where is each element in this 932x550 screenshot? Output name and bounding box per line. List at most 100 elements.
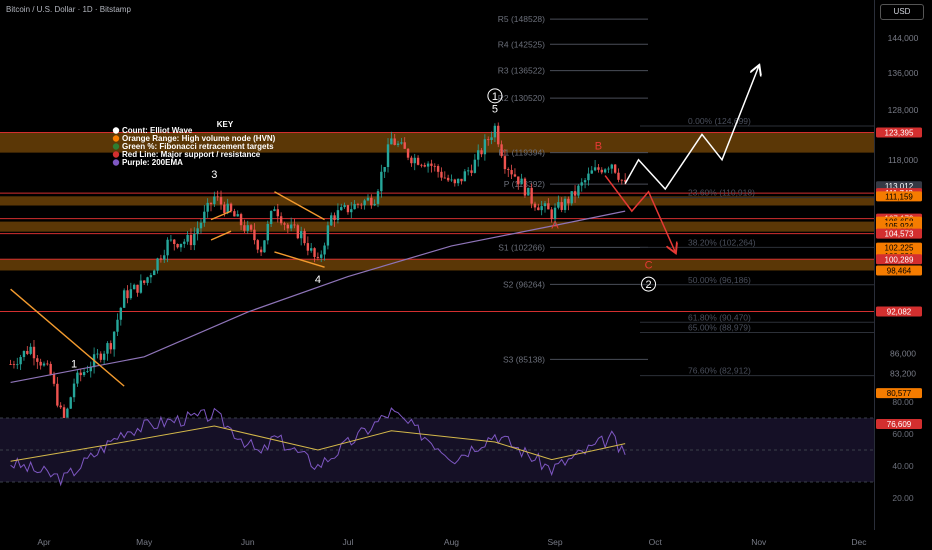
candle-body (316, 256, 320, 258)
candle-body (82, 372, 86, 376)
candle-body (143, 280, 146, 283)
candle-body (426, 163, 430, 167)
candle-body (119, 307, 123, 320)
candle-body (52, 374, 56, 384)
candle-body (527, 187, 530, 196)
candle-body (533, 203, 537, 208)
candle-body (443, 177, 446, 179)
candle-body (570, 191, 573, 204)
candle-body (373, 203, 376, 206)
candle-body (132, 284, 136, 290)
candle-body (350, 209, 353, 213)
candle-body (543, 203, 547, 207)
candle-body (550, 209, 553, 219)
candle-body (553, 207, 557, 219)
candle-body (259, 249, 263, 253)
candle-body (39, 361, 42, 366)
candle-body (206, 202, 209, 212)
time-tick: Dec (851, 537, 867, 547)
rsi-tick: 60.00 (892, 429, 914, 439)
pivot-label: R2 (130520) (498, 93, 545, 103)
pivot-label: S3 (85138) (503, 354, 545, 364)
candle-body (520, 178, 523, 185)
candle-body (293, 224, 296, 226)
candle-body (400, 142, 403, 144)
fib-label: 76.60% (82,912) (688, 366, 751, 376)
candle-body (363, 200, 366, 206)
candle-body (573, 191, 577, 196)
candle-body (423, 165, 426, 167)
fib-label: 0.00% (124,699) (688, 116, 751, 126)
wave-label: B (595, 141, 602, 153)
candle-body (46, 363, 49, 365)
chart-canvas[interactable]: R5 (148528) R4 (142525) R3 (136522) R2 (130… (0, 0, 932, 550)
price-badge-label: 80,577 (887, 389, 912, 398)
symbol-title: Bitcoin / U.S. Dollar · 1D · Bitstamp (6, 5, 131, 14)
candle-body (19, 357, 22, 365)
candle-body (353, 203, 356, 210)
candle-body (473, 159, 477, 173)
pivot-label: R3 (136522) (498, 66, 545, 76)
price-tick: 136,000 (888, 68, 919, 78)
candle-body (239, 214, 243, 226)
candle-body (233, 211, 236, 217)
candle-body (56, 383, 59, 406)
candle-body (9, 364, 12, 365)
candle-body (530, 187, 533, 204)
candle-body (577, 185, 580, 196)
currency-button[interactable]: USD (880, 4, 924, 20)
candle-body (163, 255, 166, 260)
candle-body (283, 223, 286, 225)
pivot-label: S1 (102266) (498, 242, 545, 252)
time-tick: May (136, 537, 153, 547)
fib-label: 65.00% (88,979) (688, 322, 751, 332)
candle-body (296, 225, 300, 239)
time-tick: Aug (444, 537, 459, 547)
candle-body (563, 198, 567, 210)
candle-body (96, 353, 99, 355)
candle-body (507, 169, 510, 171)
candle-body (393, 138, 396, 145)
candle-body (183, 241, 186, 244)
wave-label: 4 (315, 274, 321, 286)
pivot-label: R1 (119394) (498, 148, 545, 158)
wave-label: 5 (492, 103, 498, 115)
candle-body (42, 363, 46, 366)
price-badge-label: 104,573 (885, 230, 914, 239)
candle-body (246, 225, 249, 231)
candle-body (269, 211, 273, 224)
candle-body (236, 214, 239, 217)
fib-label: 23.60% (110,918) (688, 188, 755, 198)
price-badge-label: 111,159 (885, 192, 913, 201)
candle-body (600, 169, 603, 173)
candle-body (29, 346, 32, 354)
candle-body (129, 289, 133, 299)
candle-body (346, 205, 350, 213)
candle-body (603, 169, 607, 173)
candle-body (136, 284, 139, 293)
candle-body (122, 290, 126, 308)
candle-body (406, 148, 410, 158)
candle-body (366, 197, 370, 201)
candle-body (360, 204, 363, 206)
candle-body (523, 178, 527, 196)
candle-body (517, 176, 520, 185)
candle-body (333, 215, 336, 221)
candle-body (149, 275, 153, 278)
candle-body (450, 179, 453, 181)
candle-body (279, 216, 283, 224)
candle-body (326, 225, 330, 246)
candle-body (193, 233, 196, 246)
wave-circle-label: 2 (645, 279, 651, 291)
candle-body (243, 225, 246, 231)
candle-body (263, 240, 266, 253)
candle-body (109, 343, 112, 350)
candle-body (383, 167, 386, 172)
price-badge-label: 98,464 (887, 266, 912, 275)
candle-body (483, 139, 487, 155)
candle-body (330, 215, 333, 226)
candle-body (440, 171, 443, 178)
candle-body (253, 229, 256, 241)
candle-body (466, 170, 470, 172)
time-tick: Apr (37, 537, 50, 547)
